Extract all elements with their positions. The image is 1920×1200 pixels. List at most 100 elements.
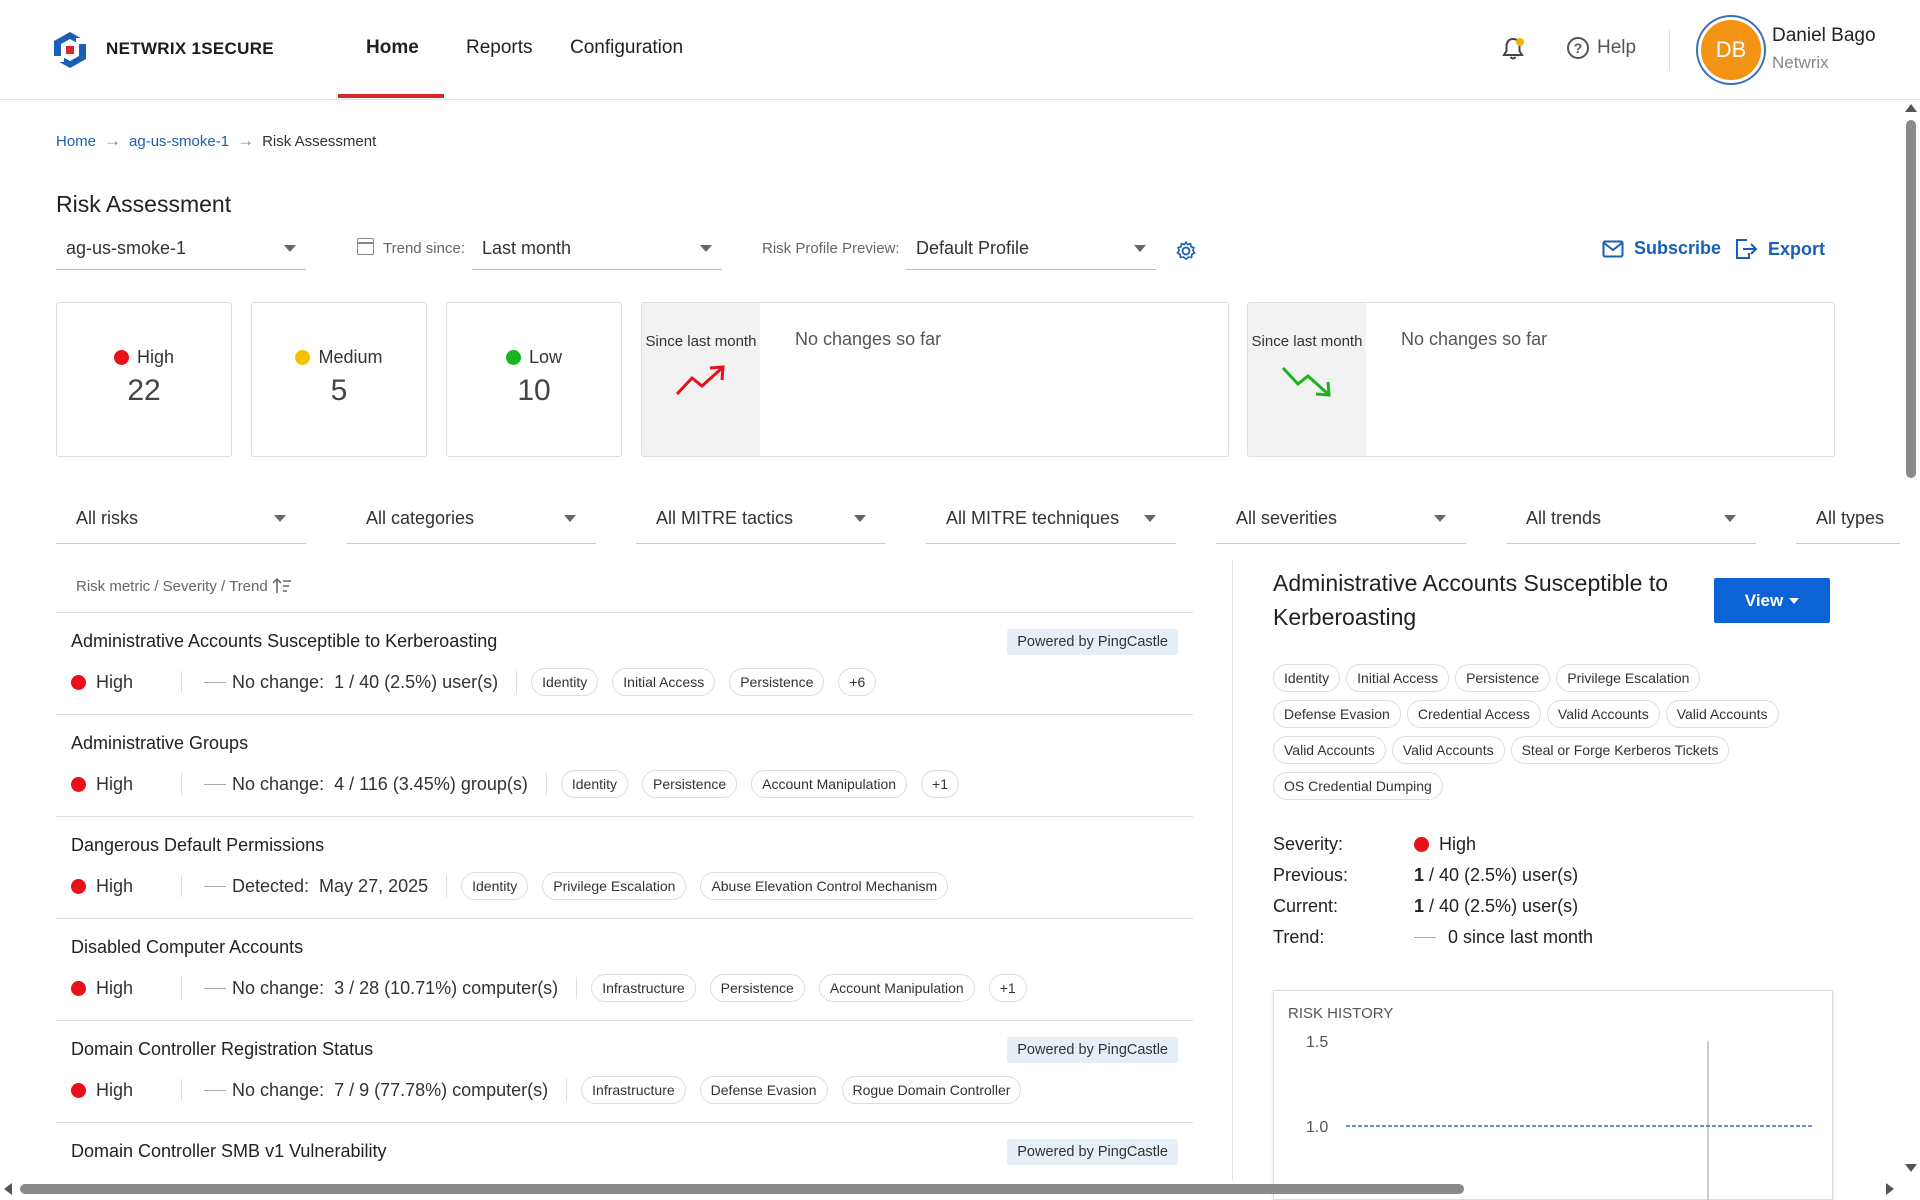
organization-select[interactable]: ag-us-smoke-1 (56, 228, 306, 270)
risk-title[interactable]: Domain Controller Registration Status (71, 1039, 373, 1060)
trend-value: 0 since last month (1414, 927, 1593, 948)
severity-label: High (96, 875, 134, 896)
detail-tag[interactable]: Credential Access (1406, 700, 1541, 728)
mitre-tag[interactable]: Infrastructure (581, 1076, 686, 1104)
sort-icon[interactable] (272, 577, 292, 595)
scroll-right-arrow-icon[interactable] (1886, 1183, 1894, 1195)
detail-tag[interactable]: Privilege Escalation (1556, 664, 1701, 692)
mitre-tag[interactable]: +1 (921, 770, 959, 798)
mitre-tag[interactable]: Abuse Elevation Control Mechanism (700, 872, 949, 900)
high-severity-dot (113, 350, 129, 365)
netwrix-logo-icon[interactable] (50, 30, 90, 70)
mitre-tag[interactable]: Identity (531, 668, 599, 696)
mitre-tag[interactable]: Persistence (729, 668, 825, 696)
filter-types[interactable]: All types (1796, 494, 1900, 544)
high-severity-dot (71, 980, 86, 996)
mitre-tag[interactable]: Identity (560, 770, 628, 798)
risk-title[interactable]: Domain Controller SMB v1 Vulnerability (71, 1141, 386, 1162)
low-risk-count-card[interactable]: Low 10 (446, 302, 622, 457)
mitre-tag[interactable]: Account Manipulation (818, 974, 975, 1002)
nav-reports[interactable]: Reports (466, 37, 533, 59)
export-icon (1736, 239, 1758, 259)
vertical-scrollbar-thumb[interactable] (1906, 120, 1916, 478)
user-name[interactable]: Daniel Bago (1772, 25, 1876, 47)
risk-row[interactable]: Domain Controller Registration Status Pow… (56, 1020, 1193, 1122)
risk-severity: High (71, 1080, 181, 1101)
no-change-dash-icon (204, 885, 226, 887)
scroll-up-arrow-icon[interactable] (1905, 104, 1917, 112)
mitre-tag[interactable]: Identity (461, 872, 529, 900)
trend-since-value: Last month (482, 238, 572, 258)
mitre-tag[interactable]: +6 (838, 668, 877, 696)
scroll-left-arrow-icon[interactable] (4, 1183, 12, 1195)
filter-severities[interactable]: All severities (1216, 494, 1466, 544)
subscribe-button[interactable]: Subscribe (1602, 238, 1721, 259)
detail-tag[interactable]: Valid Accounts (1665, 700, 1779, 728)
filter-mitre-tactics[interactable]: All MITRE tactics (636, 494, 886, 544)
detail-tag[interactable]: Valid Accounts (1391, 736, 1505, 764)
severity-label: High (96, 773, 134, 794)
detail-tag[interactable]: Defense Evasion (1273, 700, 1401, 728)
detail-tag[interactable]: OS Credential Dumping (1273, 772, 1443, 800)
filter-risks[interactable]: All risks (56, 494, 306, 544)
user-avatar[interactable]: DB (1698, 17, 1764, 83)
risk-history-title: RISK HISTORY (1288, 1005, 1394, 1022)
mitre-tag[interactable]: Rogue Domain Controller (841, 1076, 1022, 1104)
change-label: No change: (232, 773, 325, 794)
mitre-tag[interactable]: Privilege Escalation (542, 872, 687, 900)
detail-tag[interactable]: Steal or Forge Kerberos Tickets (1510, 736, 1730, 764)
mitre-tag[interactable]: Infrastructure (591, 974, 696, 1002)
notification-bell-icon[interactable] (1500, 36, 1526, 62)
filter-mitre-techniques[interactable]: All MITRE techniques (926, 494, 1176, 544)
horizontal-scrollbar-thumb[interactable] (20, 1184, 1464, 1194)
risk-title[interactable]: Disabled Computer Accounts (71, 937, 303, 958)
detail-tag[interactable]: Valid Accounts (1546, 700, 1660, 728)
breadcrumb-organization[interactable]: ag-us-smoke-1 (129, 133, 229, 150)
trend-since-select[interactable]: Last month (472, 228, 722, 270)
mitre-tag[interactable]: Initial Access (612, 668, 716, 696)
increased-risks-text: No changes so far (795, 329, 942, 349)
risk-row[interactable]: Dangerous Default Permissions High Detecte… (56, 816, 1193, 918)
risk-profile-select[interactable]: Default Profile (906, 228, 1156, 270)
high-severity-dot (71, 674, 86, 690)
detail-tag[interactable]: Persistence (1455, 664, 1551, 692)
medium-label: Medium (318, 347, 383, 367)
change-value-main: May 27, 2025 (319, 875, 429, 896)
nav-home[interactable]: Home (366, 37, 419, 59)
detail-tag[interactable]: Valid Accounts (1273, 736, 1386, 764)
gear-icon[interactable] (1175, 240, 1197, 262)
filter-categories-value: All categories (366, 508, 475, 528)
export-button[interactable]: Export (1734, 238, 1825, 260)
breadcrumb-home[interactable]: Home (56, 133, 96, 150)
detail-tag[interactable]: Initial Access (1346, 664, 1450, 692)
nav-configuration[interactable]: Configuration (570, 37, 683, 59)
high-risk-count-card[interactable]: High 22 (56, 302, 232, 457)
view-button[interactable]: View (1714, 578, 1830, 623)
risk-title[interactable]: Dangerous Default Permissions (71, 835, 324, 856)
separator (566, 1079, 568, 1101)
risk-title[interactable]: Administrative Accounts Susceptible to K… (71, 631, 497, 652)
chevron-down-icon (284, 245, 296, 252)
change-label: No change: (232, 671, 325, 692)
risk-row[interactable]: Disabled Computer Accounts High No change:… (56, 918, 1193, 1020)
scroll-down-arrow-icon[interactable] (1905, 1164, 1917, 1172)
mitre-tag[interactable]: Persistence (642, 770, 738, 798)
mitre-tag[interactable]: Defense Evasion (699, 1076, 828, 1104)
risk-row[interactable]: Administrative Groups High No change: 4 / 1… (56, 714, 1193, 816)
mitre-tag[interactable]: Account Manipulation (751, 770, 908, 798)
mitre-tag[interactable]: Persistence (709, 974, 805, 1002)
top-header: NETWRIX 1SECURE Home Reports Configurati… (0, 0, 1920, 100)
list-column-header[interactable]: Risk metric / Severity / Trend (76, 577, 292, 595)
high-severity-dot (1414, 837, 1429, 852)
risk-row[interactable]: Administrative Accounts Susceptible to K… (56, 612, 1193, 714)
risk-title[interactable]: Administrative Groups (71, 733, 248, 754)
filter-trends[interactable]: All trends (1506, 494, 1756, 544)
trend-up-icon (675, 365, 725, 396)
medium-risk-count-card[interactable]: Medium 5 (251, 302, 427, 457)
help-icon: ? (1567, 37, 1589, 59)
mitre-tag[interactable]: +1 (988, 974, 1027, 1002)
filter-categories[interactable]: All categories (346, 494, 596, 544)
trend-since-label: Trend since: (383, 240, 465, 257)
help-link[interactable]: ? Help (1567, 37, 1636, 59)
detail-tag[interactable]: Identity (1273, 664, 1341, 692)
